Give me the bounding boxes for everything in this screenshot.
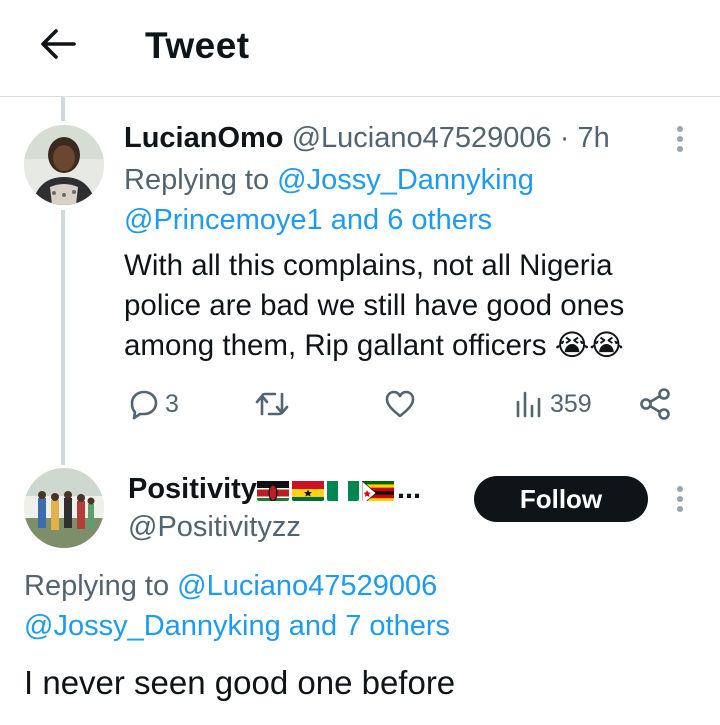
avatar[interactable] xyxy=(24,468,104,548)
page-title: Tweet xyxy=(145,25,250,66)
views-button[interactable]: 359 xyxy=(514,382,592,426)
heart-icon xyxy=(385,390,415,418)
thread-connector xyxy=(61,210,65,465)
tweet-actions: 3 359 xyxy=(124,382,684,426)
nigeria-flag-icon xyxy=(326,477,359,501)
name-ellipsis: ... xyxy=(396,473,422,505)
replying-to-label: Replying to xyxy=(124,164,270,196)
views-icon xyxy=(516,391,541,418)
zimbabwe-flag-icon xyxy=(361,477,394,501)
tweet-header: LucianOmo @Luciano47529006 · 7h xyxy=(124,120,610,156)
others-link[interactable]: and 7 others xyxy=(289,610,450,642)
display-name[interactable]: LucianOmo xyxy=(124,122,284,154)
thread-connector-top xyxy=(61,97,65,121)
separator-dot: · xyxy=(559,122,570,154)
display-name: Positivity xyxy=(128,473,257,505)
more-options-icon[interactable] xyxy=(676,126,684,156)
avatar[interactable] xyxy=(24,125,104,205)
replying-to: Replying to @Jossy_Dannyking xyxy=(124,160,534,200)
mention-link[interactable]: @Princemoye1 xyxy=(124,204,323,236)
view-count: 359 xyxy=(550,389,592,418)
user-handle[interactable]: @Positivityzz xyxy=(128,508,301,546)
share-icon xyxy=(640,388,670,420)
arrow-left-icon xyxy=(41,29,76,59)
tweet-text: With all this complains, not all Nigeria… xyxy=(124,246,694,366)
back-button[interactable] xyxy=(36,24,80,64)
retweet-icon xyxy=(255,392,289,416)
follow-button[interactable]: Follow xyxy=(474,476,648,522)
top-bar: Tweet xyxy=(0,0,720,97)
reply-icon xyxy=(130,390,158,420)
kenya-flag-icon xyxy=(256,477,289,501)
tweet-text-line: among them, Rip gallant officers 😭😭 xyxy=(124,329,624,362)
tweet-text: I never seen good one before xyxy=(24,664,456,701)
tweet-text-line: police are bad we still have good ones xyxy=(124,289,625,322)
reply-count: 3 xyxy=(165,389,179,418)
tweet-text-line: With all this complains, not all Nigeria xyxy=(124,249,613,282)
replying-to-label: Replying to xyxy=(24,570,170,602)
share-button[interactable] xyxy=(638,382,672,426)
mention-link[interactable]: @Luciano47529006 xyxy=(177,570,437,602)
others-link[interactable]: and 6 others xyxy=(331,204,492,236)
reply-button[interactable]: 3 xyxy=(128,382,179,426)
replying-to-cont: @Princemoye1 and 6 others xyxy=(124,200,492,240)
like-button[interactable] xyxy=(384,382,416,426)
replying-to: Replying to @Luciano47529006 xyxy=(24,566,437,606)
retweet-button[interactable] xyxy=(254,382,290,426)
user-handle[interactable]: @Luciano47529006 xyxy=(292,122,552,154)
timestamp[interactable]: 7h xyxy=(577,122,609,154)
mention-link[interactable]: @Jossy_Dannyking xyxy=(24,610,281,642)
more-options-icon[interactable] xyxy=(676,486,684,516)
ghana-flag-icon xyxy=(291,477,324,501)
replying-to-cont: @Jossy_Dannyking and 7 others xyxy=(24,606,450,646)
display-name-row[interactable]: Positivity ... xyxy=(128,470,421,508)
mention-link[interactable]: @Jossy_Dannyking xyxy=(277,164,534,196)
